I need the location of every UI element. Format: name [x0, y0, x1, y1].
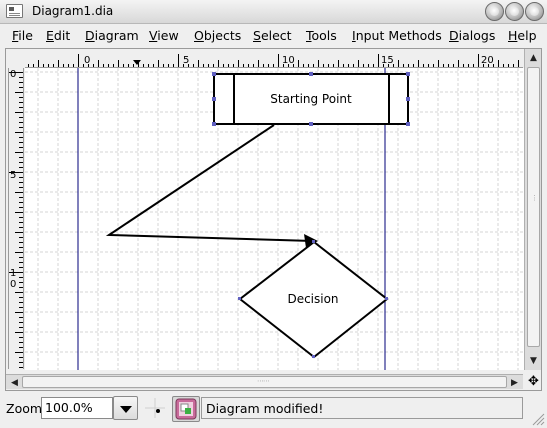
dia-app-icon: [6, 4, 23, 18]
hruler-label-10: 10: [282, 55, 295, 66]
vruler-label-10-top: 1: [10, 268, 16, 279]
status-message: Diagram modified!: [201, 397, 523, 419]
menu-diagram[interactable]: Diagram: [85, 28, 139, 43]
hruler-label-20: 20: [481, 55, 494, 66]
vertical-ruler[interactable]: 0 5 1 0: [8, 68, 24, 369]
resize-grip-icon[interactable]: [529, 410, 545, 426]
ruler-position-marker: [133, 60, 141, 65]
decision-diamond[interactable]: Decision: [238, 240, 389, 359]
horizontal-thumb-grip-icon: ⋯⋯: [257, 377, 270, 385]
decision-label: Decision: [287, 292, 338, 306]
menu-select[interactable]: Select: [253, 28, 292, 43]
menu-dialogs[interactable]: Dialogs: [449, 28, 495, 43]
process-box-label: Starting Point: [270, 92, 352, 106]
scroll-up-arrow-icon[interactable]: ▲: [526, 50, 541, 65]
ruler-corner: [6, 49, 24, 68]
maximize-button[interactable]: [505, 2, 524, 21]
process-box[interactable]: Starting Point: [212, 72, 410, 126]
diagram-drawing: Starting Point Decision: [25, 68, 524, 370]
menu-view[interactable]: View: [149, 28, 179, 43]
zoom-label: Zoom: [6, 401, 43, 416]
snap-to-grid-toggle[interactable]: [143, 396, 167, 420]
vertical-scroll-thumb[interactable]: ⋮⋮: [527, 67, 545, 347]
title-bar: Diagram1.dia: [0, 0, 547, 24]
vruler-label-0: 0: [10, 69, 16, 80]
hruler-label-15: 15: [381, 55, 394, 66]
diagram-canvas[interactable]: Starting Point Decision: [25, 68, 524, 370]
window-title: Diagram1.dia: [32, 4, 114, 18]
vruler-label-5: 5: [10, 170, 16, 181]
magnet-icon: [175, 398, 197, 420]
magnetic-toggle[interactable]: [172, 396, 200, 422]
navigation-move-icon[interactable]: ✥: [526, 374, 541, 389]
menu-input-methods[interactable]: Input Methods: [352, 28, 442, 43]
horizontal-scrollbar[interactable]: ◀ ⋯⋯ ▶: [6, 374, 523, 389]
horizontal-ruler[interactable]: 0 5 10 15 20: [25, 53, 523, 68]
vruler-label-10-bottom: 0: [10, 279, 16, 290]
menu-tools[interactable]: Tools: [306, 28, 337, 43]
hruler-label-0: 0: [84, 55, 90, 66]
connector-line[interactable]: [105, 124, 318, 248]
minimize-button[interactable]: [485, 2, 504, 21]
zoom-input[interactable]: 100.0%: [41, 397, 113, 419]
scroll-right-arrow-icon[interactable]: ▶: [507, 375, 522, 390]
snap-grid-icon: [145, 398, 165, 418]
horizontal-scroll-thumb[interactable]: ⋯⋯: [22, 376, 507, 388]
menu-objects[interactable]: Objects: [194, 28, 241, 43]
menubar: File Edit Diagram View Objects Select To…: [0, 25, 547, 46]
menu-edit[interactable]: Edit: [46, 28, 70, 43]
scroll-left-arrow-icon[interactable]: ◀: [7, 375, 22, 390]
horizontal-ruler-ticks: 0 5 10 15 20: [28, 54, 519, 67]
status-bar: Zoom 100.0% Diagram modified!: [0, 393, 547, 428]
vertical-thumb-grip-icon: ⋮⋮: [531, 194, 545, 202]
menu-help[interactable]: Help: [508, 28, 537, 43]
vertical-scrollbar[interactable]: ▲ ⋮⋮ ▼: [524, 49, 545, 370]
vertical-ruler-ticks: 0 5 1 0: [9, 69, 23, 368]
menu-file[interactable]: File: [12, 28, 33, 43]
zoom-dropdown-button[interactable]: [113, 396, 138, 420]
close-button[interactable]: [525, 2, 544, 21]
hruler-label-5: 5: [183, 55, 189, 66]
scroll-down-arrow-icon[interactable]: ▼: [526, 353, 541, 368]
diagram-workarea: 0 5 10 15 20 0 5 1 0 Starting Point Deci…: [5, 48, 545, 391]
